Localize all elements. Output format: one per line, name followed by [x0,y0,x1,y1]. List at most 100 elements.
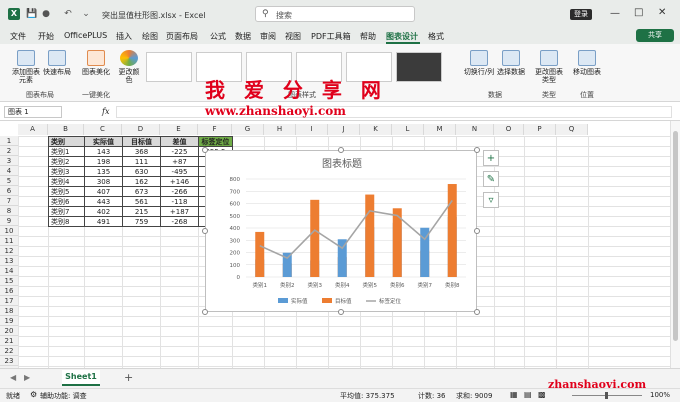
chart-filter-button[interactable]: ▿ [483,192,499,208]
tab-review[interactable]: 审阅 [260,31,276,42]
accessibility-icon[interactable]: ⚙ [30,390,37,399]
minimize-icon[interactable]: — [610,8,620,19]
select-data-button[interactable]: 选择数据 [496,50,526,76]
resize-handle-mr[interactable] [474,228,480,234]
page-break-view-icon[interactable]: ▩ [538,390,546,399]
page-layout-view-icon[interactable]: ▤ [524,390,532,399]
table-cell[interactable]: 类别8 [48,216,85,227]
quick-layout-button[interactable]: 快速布局 [42,50,72,76]
chart-title[interactable]: 图表标题 [322,157,362,170]
table-cell[interactable]: 491 [84,216,123,227]
chart-style-6[interactable] [396,52,442,82]
change-chart-type-button[interactable]: 更改图表类型 [534,50,564,84]
vertical-scrollbar[interactable] [670,121,680,368]
table-cell[interactable]: 759 [122,216,161,227]
row-header[interactable]: 2 [0,146,18,156]
row-header[interactable]: 9 [0,216,18,226]
tab-page-layout[interactable]: 页面布局 [166,31,198,42]
column-header[interactable]: M [424,124,456,135]
row-header[interactable]: 11 [0,236,18,246]
tab-formulas[interactable]: 公式 [210,31,226,42]
chart-elements-button[interactable]: + [483,150,499,166]
resize-handle-br[interactable] [474,309,480,315]
column-header[interactable]: F [198,124,232,135]
column-header[interactable]: J [328,124,360,135]
sheet-tab-sheet1[interactable]: Sheet1 [62,370,100,386]
tab-home[interactable]: 开始 [38,31,54,42]
column-header[interactable]: P [524,124,556,135]
row-header[interactable]: 14 [0,266,18,276]
row-header[interactable]: 5 [0,176,18,186]
switch-row-col-button[interactable]: 切换行/列 [462,50,496,76]
resize-handle-tr[interactable] [474,147,480,153]
column-header[interactable]: B [48,124,84,135]
column-header[interactable]: K [360,124,392,135]
row-header[interactable]: 8 [0,206,18,216]
tab-draw[interactable]: 绘图 [142,31,158,42]
row-header[interactable]: 12 [0,246,18,256]
prev-sheet-icon[interactable]: ◀ [10,373,16,382]
scroll-thumb[interactable] [673,131,678,341]
tab-data[interactable]: 数据 [235,31,251,42]
row-header[interactable]: 3 [0,156,18,166]
column-header[interactable]: G [232,124,264,135]
row-header[interactable]: 6 [0,186,18,196]
tab-insert[interactable]: 插入 [116,31,132,42]
search-box[interactable]: ⚲ 搜索 [255,6,415,22]
chart-area[interactable]: 图表标题 0 100 200 300 400 500 600 700 800 类别1 类别2 类别3 类… [205,150,477,312]
tab-file[interactable]: 文件 [10,31,26,42]
formula-input[interactable] [116,106,672,118]
row-header[interactable]: 23 [0,356,18,366]
beautify-button[interactable]: 图表美化 [80,50,112,76]
tab-view[interactable]: 视图 [285,31,301,42]
resize-handle-bm[interactable] [338,309,344,315]
name-box[interactable]: 图表 1 [4,106,62,118]
row-header[interactable]: 18 [0,306,18,316]
row-header[interactable]: 4 [0,166,18,176]
column-header[interactable]: O [494,124,524,135]
close-icon[interactable]: ✕ [658,7,666,18]
zoom-level[interactable]: 100% [650,391,670,399]
row-header[interactable]: 15 [0,276,18,286]
next-sheet-icon[interactable]: ▶ [24,373,30,382]
share-button[interactable]: 共享 [636,29,674,42]
login-button[interactable]: 登录 [570,9,592,20]
tab-chart-design[interactable]: 图表设计 [386,31,418,42]
row-header[interactable]: 21 [0,336,18,346]
row-header[interactable]: 1 [0,136,18,146]
tab-format[interactable]: 格式 [428,31,444,42]
zoom-slider-thumb[interactable] [605,392,608,399]
column-header[interactable]: I [296,124,328,135]
row-header[interactable]: 22 [0,346,18,356]
move-chart-button[interactable]: 移动图表 [570,50,604,76]
column-header[interactable]: D [122,124,160,135]
resize-handle-ml[interactable] [202,228,208,234]
column-header[interactable]: Q [556,124,588,135]
row-header[interactable]: 13 [0,256,18,266]
column-header[interactable]: A [18,124,48,135]
column-header[interactable]: C [84,124,122,135]
resize-handle-tl[interactable] [202,147,208,153]
maximize-icon[interactable]: □ [634,7,643,18]
column-header[interactable]: L [392,124,424,135]
chart-styles-button[interactable]: ✎ [483,171,499,187]
tab-officeplus[interactable]: OfficePLUS [64,31,107,40]
tab-help[interactable]: 帮助 [360,31,376,42]
resize-handle-bl[interactable] [202,309,208,315]
save-icon[interactable]: 💾 [26,8,38,20]
row-header[interactable]: 16 [0,286,18,296]
change-colors-button[interactable]: 更改颜色 [116,50,142,84]
add-chart-element-button[interactable]: 添加图表元素 [10,50,42,84]
toggle-icon[interactable]: ● [40,8,52,20]
chart-style-1[interactable] [146,52,192,82]
table-cell[interactable]: -268 [160,216,199,227]
column-header[interactable]: N [456,124,494,135]
normal-view-icon[interactable]: ▦ [510,390,518,399]
tab-pdf[interactable]: PDF工具箱 [311,31,351,42]
resize-handle-tm[interactable] [338,147,344,153]
row-header[interactable]: 10 [0,226,18,236]
row-header[interactable]: 19 [0,316,18,326]
row-header[interactable]: 20 [0,326,18,336]
column-header[interactable]: H [264,124,296,135]
customize-icon[interactable]: ⌄ [80,8,92,20]
